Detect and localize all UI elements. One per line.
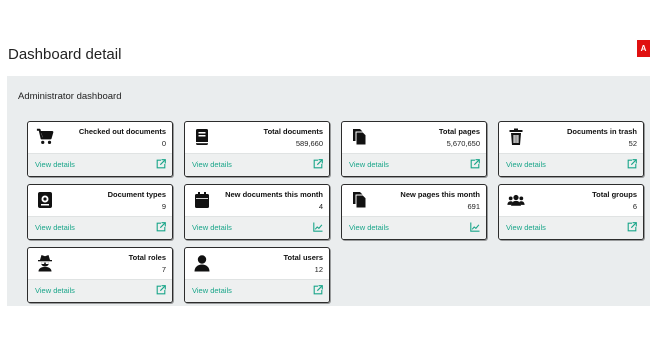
card-header: Documents in trash 52 [499,122,643,154]
card-value: 5,670,650 [446,139,480,148]
view-details-link[interactable]: View details [192,223,232,232]
panel-title: Administrator dashboard [18,91,122,102]
card-footer: View details [185,216,329,239]
book-icon [193,128,211,146]
cart-icon [36,128,54,146]
card-label: Total groups [592,190,637,199]
card-value: 12 [314,265,323,274]
card-total-users: Total users 12 View details [184,247,330,303]
line-chart-icon[interactable] [313,222,323,232]
card-value: 589,660 [295,139,323,148]
card-header: Total pages 5,670,650 [342,122,486,154]
card-header: New documents this month 4 [185,185,329,217]
card-header: Total users 12 [185,248,329,280]
card-total-groups: Total groups 6 View details [498,184,644,240]
card-value: 4 [318,202,323,211]
card-total-pages: Total pages 5,670,650 View details [341,121,487,177]
card-footer: View details [28,216,172,239]
card-footer: View details [342,216,486,239]
card-footer: View details [185,279,329,302]
view-details-link[interactable]: View details [349,160,389,169]
external-link-icon[interactable] [156,159,166,169]
page-title: Dashboard detail [8,46,122,63]
external-link-icon[interactable] [156,285,166,295]
card-value: 0 [161,139,166,148]
card-footer: View details [342,153,486,176]
card-total-documents: Total documents 589,660 View details [184,121,330,177]
card-value: 7 [161,265,166,274]
view-details-link[interactable]: View details [506,160,546,169]
card-total-roles: Total roles 7 View details [27,247,173,303]
card-label: New documents this month [225,190,323,199]
card-footer: View details [28,153,172,176]
card-header: New pages this month 691 [342,185,486,217]
card-label: Total users [283,253,323,262]
card-label: Total pages [438,127,480,136]
external-link-icon[interactable] [470,159,480,169]
card-label: New pages this month [400,190,480,199]
card-documents-in-trash: Documents in trash 52 View details [498,121,644,177]
external-link-icon[interactable] [313,285,323,295]
card-header: Total groups 6 [499,185,643,217]
view-details-link[interactable]: View details [349,223,389,232]
view-details-link[interactable]: View details [35,223,75,232]
card-document-types: Document types 9 View details [27,184,173,240]
card-value: 9 [161,202,166,211]
view-details-link[interactable]: View details [192,160,232,169]
card-header: Total roles 7 [28,248,172,280]
pages-icon [350,128,368,146]
card-value: 6 [632,202,637,211]
external-link-icon[interactable] [627,159,637,169]
calendar-icon [193,191,211,209]
card-value: 691 [467,202,480,211]
card-label: Documents in trash [566,127,637,136]
trash-icon [507,128,525,146]
view-details-link[interactable]: View details [506,223,546,232]
card-label: Total roles [128,253,166,262]
card-footer: View details [499,216,643,239]
card-checked-out-documents: Checked out documents 0 View details [27,121,173,177]
card-footer: View details [28,279,172,302]
card-label: Checked out documents [78,127,166,136]
card-new-pages-this-month: New pages this month 691 View details [341,184,487,240]
card-value: 52 [628,139,637,148]
document-type-icon [36,191,54,209]
view-details-link[interactable]: View details [192,286,232,295]
card-new-documents-this-month: New documents this month 4 View details [184,184,330,240]
view-details-link[interactable]: View details [35,286,75,295]
card-label: Document types [107,190,166,199]
card-header: Total documents 589,660 [185,122,329,154]
external-link-icon[interactable] [156,222,166,232]
external-link-icon[interactable] [313,159,323,169]
card-footer: View details [185,153,329,176]
line-chart-icon[interactable] [470,222,480,232]
card-label: Total documents [263,127,323,136]
pages-icon [350,191,368,209]
user-icon [193,254,211,272]
corner-badge[interactable]: A [637,40,650,57]
card-header: Document types 9 [28,185,172,217]
view-details-link[interactable]: View details [35,160,75,169]
users-icon [507,191,525,209]
user-secret-icon [36,254,54,272]
card-header: Checked out documents 0 [28,122,172,154]
card-footer: View details [499,153,643,176]
external-link-icon[interactable] [627,222,637,232]
